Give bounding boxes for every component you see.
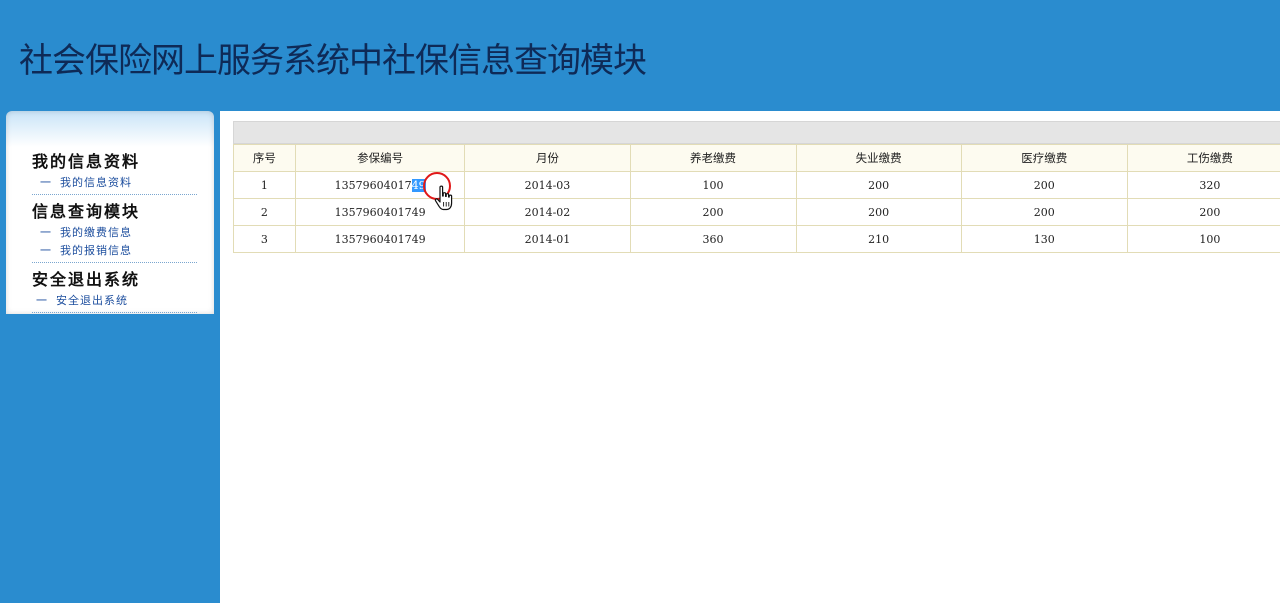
cell-index: 3 xyxy=(233,225,296,253)
cell-work-injury: 320 xyxy=(1126,171,1280,199)
menu-link-label: 我的缴费信息 xyxy=(60,226,132,239)
cell-medical: 200 xyxy=(960,171,1128,199)
cell-pension: 360 xyxy=(629,225,797,253)
cell-unemployment: 210 xyxy=(795,225,962,253)
cell-insurance-id[interactable]: 1357960401749 xyxy=(294,198,466,226)
cell-medical: 200 xyxy=(960,198,1128,226)
page-title: 社会保险网上服务系统中社保信息查询模块 xyxy=(19,41,647,81)
menu-section-logout: 安全退出系统 xyxy=(32,270,141,289)
cell-month: 2014-03 xyxy=(464,171,631,199)
cell-work-injury: 100 xyxy=(1126,225,1280,253)
cell-insurance-id[interactable]: 1357960401749 xyxy=(294,225,466,253)
cell-work-injury: 200 xyxy=(1126,198,1280,226)
sidebar-menu-panel: 我的信息资料 一我的信息资料 信息查询模块 一我的缴费信息 一我的报销信息 安全… xyxy=(6,111,214,314)
column-header-unemployment: 失业缴费 xyxy=(795,144,962,172)
payment-records-table: 序号 参保编号 月份 养老缴费 失业缴费 医疗缴费 工伤缴费 1 1357960… xyxy=(233,144,1280,253)
cell-unemployment: 200 xyxy=(795,171,962,199)
table-row: 3 1357960401749 2014-01 360 210 130 100 xyxy=(233,225,1280,253)
cell-medical: 130 xyxy=(960,225,1128,253)
sidebar: 我的信息资料 一我的信息资料 信息查询模块 一我的缴费信息 一我的报销信息 安全… xyxy=(0,111,220,603)
page: 社会保险网上服务系统中社保信息查询模块 我的信息资料 一我的信息资料 信息查询模… xyxy=(0,0,1280,603)
menu-divider xyxy=(32,312,197,313)
menu-link-reimbursement-info[interactable]: 一我的报销信息 xyxy=(40,242,132,258)
column-header-month: 月份 xyxy=(464,144,631,172)
menu-link-dash: 一 xyxy=(40,226,52,239)
menu-link-label: 我的信息资料 xyxy=(60,176,132,189)
cell-unemployment: 200 xyxy=(795,198,962,226)
menu-divider xyxy=(32,262,197,263)
menu-link-dash: 一 xyxy=(40,244,52,257)
menu-section-my-info: 我的信息资料 xyxy=(32,152,141,171)
column-header-index: 序号 xyxy=(233,144,296,172)
selected-text-highlight: 49 xyxy=(411,178,426,192)
table-row: 2 1357960401749 2014-02 200 200 200 200 xyxy=(233,198,1280,226)
cell-pension: 200 xyxy=(629,198,797,226)
cell-month: 2014-02 xyxy=(464,198,631,226)
column-header-pension: 养老缴费 xyxy=(629,144,797,172)
cell-index: 2 xyxy=(233,198,296,226)
main-content: 序号 参保编号 月份 养老缴费 失业缴费 医疗缴费 工伤缴费 1 1357960… xyxy=(220,111,1280,603)
menu-link-label: 我的报销信息 xyxy=(60,244,132,257)
menu-link-dash: 一 xyxy=(36,294,48,307)
menu-link-my-info[interactable]: 一我的信息资料 xyxy=(40,174,132,190)
cell-pension: 100 xyxy=(629,171,797,199)
menu-divider xyxy=(32,194,197,195)
cell-index: 1 xyxy=(233,171,296,199)
menu-link-dash: 一 xyxy=(40,176,52,189)
insurance-id-text: 13579604017 xyxy=(334,178,412,192)
menu-link-payment-info[interactable]: 一我的缴费信息 xyxy=(40,224,132,240)
menu-link-logout[interactable]: 一安全退出系统 xyxy=(36,292,128,308)
records-table-container: 序号 参保编号 月份 养老缴费 失业缴费 医疗缴费 工伤缴费 1 1357960… xyxy=(233,121,1280,253)
cell-insurance-id[interactable]: 1357960401749 xyxy=(294,171,466,199)
menu-section-query: 信息查询模块 xyxy=(32,202,141,221)
header-banner: 社会保险网上服务系统中社保信息查询模块 xyxy=(0,0,1280,111)
column-header-medical: 医疗缴费 xyxy=(960,144,1128,172)
table-row: 1 1357960401749 2014-03 100 200 200 320 xyxy=(233,171,1280,199)
table-header-row: 序号 参保编号 月份 养老缴费 失业缴费 医疗缴费 工伤缴费 xyxy=(233,144,1280,172)
cell-month: 2014-01 xyxy=(464,225,631,253)
column-header-insurance-id: 参保编号 xyxy=(294,144,466,172)
menu-link-label: 安全退出系统 xyxy=(56,294,128,307)
table-toolbar xyxy=(233,121,1280,144)
column-header-work-injury: 工伤缴费 xyxy=(1126,144,1280,172)
